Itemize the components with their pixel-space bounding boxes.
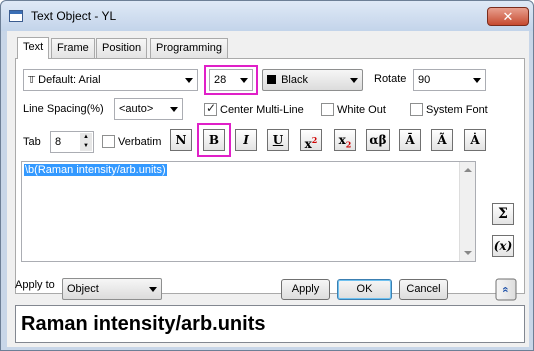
tilde-button[interactable]: Ã bbox=[431, 129, 453, 151]
tab-position[interactable]: Position bbox=[96, 38, 148, 58]
chevron-down-icon bbox=[350, 78, 358, 83]
normal-button[interactable]: N bbox=[170, 129, 192, 151]
spinner-down-icon[interactable]: ▼ bbox=[80, 142, 92, 151]
scroll-up-icon[interactable] bbox=[464, 168, 472, 172]
window-icon bbox=[9, 10, 23, 22]
rotate-label: Rotate bbox=[374, 73, 407, 85]
expand-button[interactable]: » bbox=[495, 278, 517, 301]
overbar-button[interactable]: Ā bbox=[399, 129, 421, 151]
tab-width-label: Tab bbox=[23, 136, 41, 148]
scroll-down-icon[interactable] bbox=[464, 251, 472, 255]
center-multiline-checkbox[interactable] bbox=[204, 101, 217, 116]
tab-frame[interactable]: Frame bbox=[51, 38, 95, 58]
rotate-value: 90 bbox=[418, 74, 431, 86]
greek-button[interactable]: αβ bbox=[366, 129, 390, 151]
ok-button[interactable]: OK bbox=[337, 279, 392, 300]
apply-to-value: Object bbox=[67, 283, 99, 295]
editor-text[interactable]: \b(Raman intensity/arb.units) bbox=[24, 164, 167, 176]
rotate-select[interactable]: 90 bbox=[413, 69, 486, 91]
subscript-base: x bbox=[338, 133, 346, 147]
tab-programming[interactable]: Programming bbox=[150, 38, 229, 58]
spinner-up-icon[interactable]: ▲ bbox=[80, 133, 92, 142]
color-value: Black bbox=[281, 74, 308, 86]
line-spacing-label: Line Spacing(%) bbox=[23, 103, 104, 115]
color-select[interactable]: Black bbox=[262, 69, 363, 91]
apply-to-select[interactable]: Object bbox=[62, 278, 162, 300]
tab-width-spinner[interactable]: 8 ▲ ▼ bbox=[50, 131, 94, 153]
text-editor[interactable]: \b(Raman intensity/arb.units) bbox=[21, 161, 476, 262]
dot-accent-button[interactable]: Ȧ bbox=[464, 129, 486, 151]
dialog-window: Text Object - YL ✕ Text Frame Position P… bbox=[0, 0, 534, 351]
chevron-down-icon bbox=[149, 287, 157, 292]
window-title: Text Object - YL bbox=[31, 9, 117, 23]
tab-width-value: 8 bbox=[55, 136, 62, 148]
chevron-down-icon bbox=[473, 78, 481, 83]
white-out-label: White Out bbox=[337, 104, 386, 116]
chevron-down-icon bbox=[185, 78, 193, 83]
line-spacing-select[interactable]: <auto> bbox=[114, 98, 183, 120]
font-type-icon: 𝕋 bbox=[28, 75, 36, 86]
font-value: Default: Arial bbox=[38, 74, 101, 86]
sigma-button[interactable]: Σ bbox=[492, 203, 514, 225]
chevron-down-icon bbox=[170, 107, 178, 112]
white-out-checkbox[interactable] bbox=[321, 103, 334, 116]
preview-pane: Raman intensity/arb.units bbox=[15, 305, 525, 343]
italic-button[interactable]: I bbox=[235, 129, 257, 151]
center-multiline-label: Center Multi-Line bbox=[220, 104, 304, 116]
subscript-button[interactable]: x2 bbox=[334, 129, 356, 151]
variable-button[interactable]: (x) bbox=[492, 235, 514, 257]
verbatim-label: Verbatim bbox=[118, 136, 162, 148]
font-select[interactable]: 𝕋 Default: Arial bbox=[23, 69, 198, 91]
superscript-mark: 2 bbox=[311, 135, 318, 145]
line-spacing-value: <auto> bbox=[119, 103, 154, 115]
apply-button[interactable]: Apply bbox=[281, 279, 330, 300]
tab-text[interactable]: Text bbox=[17, 37, 50, 59]
editor-scrollbar[interactable] bbox=[459, 162, 475, 261]
apply-to-label: Apply to bbox=[15, 279, 55, 291]
system-font-label: System Font bbox=[426, 104, 488, 116]
title-bar[interactable]: Text Object - YL ✕ bbox=[1, 1, 533, 31]
superscript-base: x bbox=[304, 137, 312, 151]
close-button[interactable]: ✕ bbox=[487, 7, 529, 26]
bold-highlight-box bbox=[197, 123, 231, 157]
color-swatch bbox=[267, 75, 276, 84]
superscript-button[interactable]: x2 bbox=[300, 129, 322, 151]
size-highlight-box bbox=[204, 65, 258, 95]
system-font-checkbox[interactable] bbox=[410, 103, 423, 116]
underline-button[interactable]: U bbox=[267, 129, 289, 151]
verbatim-checkbox[interactable] bbox=[102, 135, 115, 148]
subscript-mark: 2 bbox=[345, 139, 352, 150]
cancel-button[interactable]: Cancel bbox=[399, 279, 448, 300]
dialog-body: Text Frame Position Programming 𝕋 Defaul… bbox=[7, 31, 529, 347]
